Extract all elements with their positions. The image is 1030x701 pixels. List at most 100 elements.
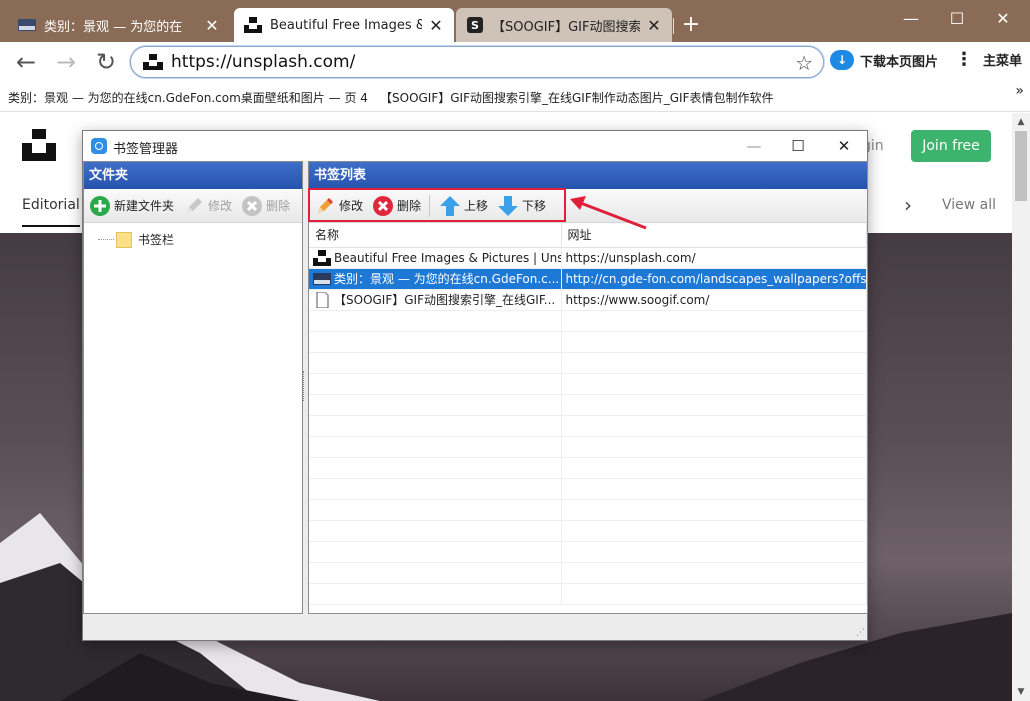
empty-row xyxy=(309,562,867,584)
browser-titlebar: 类别：景观 — 为您的在 ✕ Beautiful Free Images & P… xyxy=(0,0,1030,42)
forward-button[interactable]: → xyxy=(52,48,80,76)
tab-editorial[interactable]: Editorial xyxy=(22,197,80,227)
download-label: 下载本页图片 xyxy=(860,54,939,70)
highlight-box xyxy=(308,188,566,222)
new-folder-button[interactable]: 新建文件夹 xyxy=(89,195,174,217)
tree-item-label: 书签栏 xyxy=(138,233,175,247)
resize-grip-icon[interactable]: ⋰ xyxy=(856,628,865,638)
red-arrow-icon xyxy=(570,196,647,230)
empty-row xyxy=(309,415,867,437)
table-cell-url: https://unsplash.com/ xyxy=(561,247,867,269)
minimize-button[interactable]: — xyxy=(896,8,926,30)
folder-panel: 文件夹 新建文件夹 修改 删除 书签栏 xyxy=(83,161,303,614)
close-icon[interactable]: ✕ xyxy=(646,16,662,35)
empty-row xyxy=(309,436,867,458)
bookmarks-bar: 类别：景观 — 为您的在线cn.GdeFon.com桌面壁纸和图片 — 页 4 … xyxy=(0,82,1030,112)
close-dialog-button[interactable]: ✕ xyxy=(829,135,859,157)
unsplash-logo[interactable] xyxy=(22,129,56,161)
table-row[interactable]: 【SOOGIF】GIF动图搜索引擎_在线GIF... https://www.s… xyxy=(309,289,867,311)
table-cell-url: https://www.soogif.com/ xyxy=(561,289,867,311)
maximize-button[interactable]: ☐ xyxy=(783,135,813,157)
table-row[interactable]: 类别：景观 — 为您的在线cn.GdeFon.c... http://cn.gd… xyxy=(309,268,867,290)
empty-row xyxy=(309,352,867,374)
empty-row xyxy=(309,394,867,416)
new-folder-label: 新建文件夹 xyxy=(114,199,175,213)
scroll-thumb[interactable] xyxy=(1015,131,1027,201)
column-header-name[interactable]: 名称 xyxy=(309,223,562,248)
bookmark-table: 名称 网址 Beautiful Free Images & Pictures |… xyxy=(309,223,867,605)
address-bar[interactable]: https://unsplash.com/ ☆ xyxy=(130,46,824,78)
table-cell-url: http://cn.gde-fon.com/landscapes_wallpap… xyxy=(561,268,867,290)
folder-icon xyxy=(116,231,132,248)
kebab-menu-icon: ⋮ xyxy=(955,48,973,70)
reload-button[interactable]: ↻ xyxy=(92,48,120,76)
dialog-title: 书签管理器 xyxy=(113,142,179,157)
tab-divider xyxy=(673,18,674,34)
join-free-button[interactable]: Join free xyxy=(911,130,991,162)
table-cell-name: 类别：景观 — 为您的在线cn.GdeFon.c... xyxy=(309,268,562,290)
soogif-favicon-icon: S xyxy=(467,17,483,33)
tab-title: 类别：景观 — 为您的在 xyxy=(44,19,183,35)
page-icon xyxy=(316,291,329,308)
delete-folder-button[interactable]: 删除 xyxy=(241,195,290,217)
delete-icon xyxy=(242,195,263,216)
empty-row xyxy=(309,499,867,521)
bookmark-item[interactable]: 【SOOGIF】GIF动图搜索引擎_在线GIF制作动态图片_GIF表情包制作软件 xyxy=(380,89,773,106)
close-icon[interactable]: ✕ xyxy=(204,16,220,35)
row-name: 【SOOGIF】GIF动图搜索引擎_在线GIF... xyxy=(334,293,556,307)
tab-gdefon[interactable]: 类别：景观 — 为您的在 ✕ xyxy=(8,8,230,42)
tab-soogif[interactable]: S 【SOOGIF】GIF动图搜索 ✕ xyxy=(456,8,672,42)
tree-item-bookmarks-bar[interactable]: 书签栏 xyxy=(98,231,174,248)
folder-panel-header: 文件夹 xyxy=(84,162,302,189)
gdefon-favicon-icon xyxy=(18,19,36,31)
chevron-right-icon[interactable]: » xyxy=(1015,83,1024,99)
download-images-button[interactable]: ↓ 下载本页图片 xyxy=(830,50,938,70)
table-row[interactable]: Beautiful Free Images & Pictures | Uns..… xyxy=(309,247,867,269)
delete-folder-label: 删除 xyxy=(266,199,291,213)
main-menu-button[interactable]: ⋮ 主菜单 xyxy=(955,50,1022,69)
empty-row xyxy=(309,520,867,542)
row-name: 类别：景观 — 为您的在线cn.GdeFon.c... xyxy=(334,272,560,286)
panel-splitter[interactable] xyxy=(303,371,306,401)
folder-toolbar: 新建文件夹 修改 删除 xyxy=(84,189,302,223)
cloud-download-icon: ↓ xyxy=(830,50,854,70)
edit-folder-label: 修改 xyxy=(208,199,233,213)
table-cell-name: Beautiful Free Images & Pictures | Uns..… xyxy=(309,247,562,269)
scroll-down-icon[interactable]: ▼ xyxy=(1012,687,1030,697)
tree-connector xyxy=(98,239,114,240)
bookmark-star-icon[interactable]: ☆ xyxy=(795,51,813,75)
view-all-link[interactable]: View all xyxy=(942,197,996,213)
dialog-body: 文件夹 新建文件夹 修改 删除 书签栏 书签列表 修改 删除 上移 下移 名称 … xyxy=(83,161,868,640)
table-cell-name: 【SOOGIF】GIF动图搜索引擎_在线GIF... xyxy=(309,289,562,311)
back-button[interactable]: ← xyxy=(12,48,40,76)
add-icon xyxy=(90,195,110,216)
empty-row xyxy=(309,478,867,500)
scroll-up-icon[interactable]: ▲ xyxy=(1012,117,1030,127)
empty-row xyxy=(309,331,867,353)
dialog-titlebar[interactable]: 书签管理器 — ☐ ✕ xyxy=(83,131,867,161)
edit-folder-button[interactable]: 修改 xyxy=(183,195,232,217)
empty-row xyxy=(309,457,867,479)
bookmark-item[interactable]: 类别：景观 — 为您的在线cn.GdeFon.com桌面壁纸和图片 — 页 4 xyxy=(8,89,368,106)
empty-row xyxy=(309,373,867,395)
minimize-button[interactable]: — xyxy=(739,135,769,157)
tab-title: 【SOOGIF】GIF动图搜索 xyxy=(492,19,640,35)
new-tab-button[interactable]: + xyxy=(680,12,702,38)
folder-tree: 书签栏 xyxy=(84,223,302,583)
page-scrollbar[interactable]: ▲ ▼ xyxy=(1012,113,1030,701)
close-icon[interactable]: ✕ xyxy=(428,16,444,35)
unsplash-favicon-icon xyxy=(143,54,163,70)
app-icon xyxy=(91,138,107,154)
empty-row xyxy=(309,541,867,563)
gdefon-icon xyxy=(313,272,331,285)
maximize-button[interactable]: ☐ xyxy=(942,8,972,30)
unsplash-icon xyxy=(313,249,331,266)
pencil-icon xyxy=(187,197,203,213)
empty-row xyxy=(309,310,867,332)
chevron-right-icon[interactable]: › xyxy=(904,193,912,217)
list-panel-header: 书签列表 xyxy=(309,162,867,189)
empty-row xyxy=(309,583,867,605)
url-text[interactable]: https://unsplash.com/ xyxy=(171,52,355,72)
tab-unsplash[interactable]: Beautiful Free Images & Pic ✕ xyxy=(234,8,454,42)
close-window-button[interactable]: ✕ xyxy=(988,8,1018,30)
